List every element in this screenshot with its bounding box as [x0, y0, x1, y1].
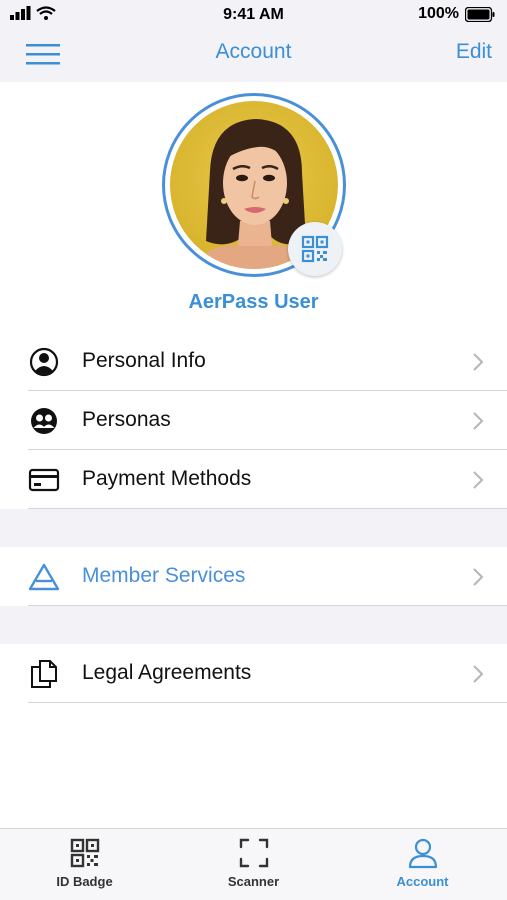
- aerpass-logo-icon: [28, 563, 60, 591]
- tab-scanner-label: Scanner: [227, 874, 280, 889]
- personas-row[interactable]: Personas: [0, 391, 507, 450]
- personas-label: Personas: [82, 408, 171, 431]
- chevron-right-icon: [473, 471, 484, 489]
- nav-bar: Account Edit: [0, 30, 507, 82]
- person-circle-icon: [29, 347, 59, 377]
- tab-bar: ID Badge Scanner Account: [0, 828, 507, 900]
- qr-code-button[interactable]: [288, 222, 342, 276]
- legal-agreements-label: Legal Agreements: [82, 661, 252, 684]
- scanner-frame-icon: [239, 838, 269, 868]
- divider: [28, 702, 507, 703]
- chevron-right-icon: [473, 412, 484, 430]
- member-services-label: Member Services: [82, 564, 246, 587]
- person-icon: [408, 838, 438, 869]
- qr-code-icon: [301, 235, 329, 263]
- tab-id-badge-label: ID Badge: [56, 874, 113, 889]
- personas-icon: [31, 408, 57, 434]
- payment-methods-row[interactable]: Payment Methods: [0, 450, 507, 509]
- tab-account[interactable]: Account: [338, 829, 507, 900]
- qr-code-icon: [70, 838, 100, 868]
- documents-icon: [31, 660, 57, 688]
- tab-id-badge[interactable]: ID Badge: [0, 829, 169, 900]
- page-title: Account: [215, 40, 292, 63]
- chevron-right-icon: [473, 568, 484, 586]
- status-bar: 9:41 AM 100%: [0, 0, 507, 30]
- personal-info-row[interactable]: Personal Info: [0, 332, 507, 391]
- section-gap: [0, 606, 507, 644]
- user-name: AerPass User: [188, 291, 319, 313]
- payment-methods-label: Payment Methods: [82, 467, 252, 490]
- battery-percentage: 100%: [418, 5, 459, 22]
- tab-scanner[interactable]: Scanner: [169, 829, 338, 900]
- tab-account-label: Account: [396, 874, 449, 889]
- chevron-right-icon: [473, 353, 484, 371]
- edit-button[interactable]: Edit: [456, 40, 492, 64]
- battery-icon: [465, 6, 495, 22]
- chevron-right-icon: [473, 665, 484, 683]
- personal-info-label: Personal Info: [82, 349, 206, 372]
- credit-card-icon: [28, 468, 60, 492]
- member-services-row[interactable]: Member Services: [0, 547, 507, 606]
- section-gap: [0, 509, 507, 547]
- legal-agreements-row[interactable]: Legal Agreements: [0, 644, 507, 703]
- status-right: 100%: [418, 5, 495, 23]
